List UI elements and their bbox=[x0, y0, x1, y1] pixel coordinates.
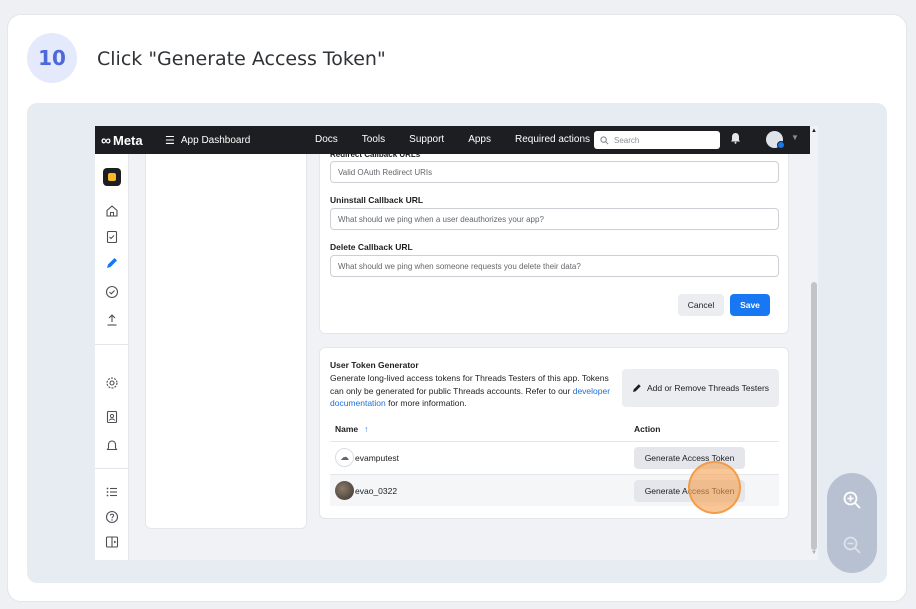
column-name-label: Name bbox=[335, 424, 359, 434]
callback-settings-card: Redirect Callback URLs Valid OAuth Redir… bbox=[319, 150, 789, 334]
roles-contacts-icon[interactable] bbox=[103, 408, 121, 426]
sidebar-divider bbox=[95, 468, 129, 469]
search-icon bbox=[600, 135, 609, 144]
scroll-thumb[interactable] bbox=[811, 282, 817, 550]
token-generator-description: Generate long-lived access tokens for Th… bbox=[330, 372, 620, 410]
top-nav-links: Docs Tools Support Apps Required actions bbox=[315, 134, 614, 145]
uninstall-callback-label: Uninstall Callback URL bbox=[330, 195, 424, 205]
home-icon[interactable] bbox=[103, 202, 121, 220]
zoom-in-icon[interactable] bbox=[842, 490, 862, 510]
step-title: Click "Generate Access Token" bbox=[97, 48, 386, 70]
nav-docs[interactable]: Docs bbox=[315, 134, 338, 145]
tester-username: evao_0322 bbox=[355, 486, 398, 496]
zoom-out-icon[interactable] bbox=[842, 535, 862, 555]
search-placeholder: Search bbox=[614, 135, 640, 145]
column-header-action: Action bbox=[634, 424, 661, 434]
nav-tools[interactable]: Tools bbox=[362, 134, 385, 145]
app-icon[interactable] bbox=[103, 168, 121, 186]
zoom-controls bbox=[827, 473, 877, 573]
token-generator-title: User Token Generator bbox=[330, 360, 419, 370]
app-dashboard-label: App Dashboard bbox=[180, 135, 251, 146]
scroll-down-arrow-icon[interactable]: ▼ bbox=[811, 550, 817, 556]
delete-callback-field[interactable]: What should we ping when someone request… bbox=[330, 255, 779, 277]
description-text: Generate long-lived access tokens for Th… bbox=[330, 373, 609, 396]
left-icon-sidebar bbox=[95, 154, 129, 560]
search-input[interactable]: Search bbox=[594, 131, 720, 149]
pencil-icon bbox=[632, 384, 641, 392]
chevron-down-icon[interactable]: ▼ bbox=[791, 133, 799, 142]
step-number-badge: 10 bbox=[27, 33, 77, 83]
save-button[interactable]: Save bbox=[730, 294, 770, 316]
uninstall-callback-field[interactable]: What should we ping when a user deauthor… bbox=[330, 208, 779, 230]
meta-infinity-icon: ∞ bbox=[101, 132, 111, 148]
add-remove-testers-button[interactable]: Add or Remove Threads Testers bbox=[622, 369, 779, 407]
tester-username: evamputest bbox=[355, 453, 399, 463]
nav-support[interactable]: Support bbox=[409, 134, 444, 145]
cloud-avatar-icon: ☁ bbox=[335, 448, 354, 467]
notifications-bell-icon[interactable] bbox=[730, 132, 741, 147]
column-header-name[interactable]: Name ↑ bbox=[335, 424, 368, 434]
scroll-up-arrow-icon[interactable]: ▲ bbox=[811, 128, 817, 134]
sidebar-divider bbox=[95, 344, 129, 345]
add-remove-testers-label: Add or Remove Threads Testers bbox=[646, 383, 770, 393]
meta-logo[interactable]: ∞ Meta bbox=[101, 132, 143, 148]
settings-side-panel bbox=[145, 154, 307, 529]
meta-brand-text: Meta bbox=[112, 132, 143, 148]
redirect-uris-field[interactable]: Valid OAuth Redirect URIs bbox=[330, 161, 779, 183]
nav-apps[interactable]: Apps bbox=[468, 134, 491, 145]
app-dashboard-menu[interactable]: ☰ App Dashboard bbox=[165, 134, 250, 147]
facebook-badge-icon bbox=[777, 141, 785, 149]
sidebar-toggle-icon[interactable] bbox=[103, 533, 121, 551]
user-photo-avatar bbox=[335, 481, 354, 500]
hamburger-icon: ☰ bbox=[165, 135, 175, 147]
delete-callback-label: Delete Callback URL bbox=[330, 242, 413, 252]
edit-pencil-icon[interactable] bbox=[103, 254, 121, 272]
help-question-icon[interactable] bbox=[103, 508, 121, 526]
shield-check-icon[interactable] bbox=[103, 283, 121, 301]
cancel-button[interactable]: Cancel bbox=[678, 294, 724, 316]
top-nav-bar: ∞ Meta ☰ App Dashboard Docs Tools Suppor… bbox=[95, 126, 810, 154]
upload-icon[interactable] bbox=[103, 311, 121, 329]
user-avatar[interactable] bbox=[766, 131, 785, 149]
vertical-scrollbar[interactable]: ▲ ▼ bbox=[810, 126, 818, 560]
redirect-callback-label: Redirect Callback URLs bbox=[330, 150, 421, 159]
list-icon[interactable] bbox=[103, 483, 121, 501]
sort-arrow-up-icon: ↑ bbox=[364, 424, 369, 434]
alerts-bell-icon[interactable] bbox=[103, 437, 121, 455]
settings-gear-icon[interactable] bbox=[103, 374, 121, 392]
click-highlight-marker bbox=[688, 461, 741, 514]
nav-required-actions[interactable]: Required actions bbox=[515, 134, 590, 145]
checklist-icon[interactable] bbox=[103, 228, 121, 246]
description-text-end: for more information. bbox=[385, 398, 467, 408]
